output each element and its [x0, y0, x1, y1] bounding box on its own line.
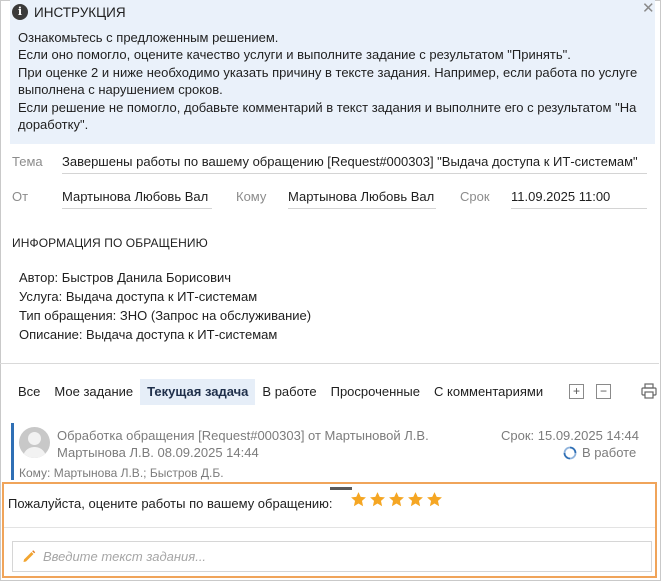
subject-label: Тема	[12, 154, 43, 169]
task-text-input-wrapper[interactable]	[12, 541, 652, 572]
tab-with-comments[interactable]: С комментариями	[427, 379, 550, 405]
star-icon[interactable]	[407, 491, 424, 508]
instruction-line: Если решение не помогло, добавьте коммен…	[18, 99, 637, 115]
task-status: В работе	[582, 445, 637, 460]
instruction-text: Ознакомьтесь с предложенным решением. Ес…	[18, 29, 648, 133]
resize-grip[interactable]	[330, 487, 352, 490]
request-author: Автор: Быстров Данила Борисович	[19, 270, 232, 285]
star-icon[interactable]	[426, 491, 443, 508]
rating-divider	[4, 527, 655, 528]
print-icon[interactable]	[641, 383, 657, 399]
task-filter-tabs: Все Мое задание Текущая задача В работе …	[12, 379, 550, 405]
tab-current-task[interactable]: Текущая задача	[140, 379, 256, 405]
task-deadline: Срок: 15.09.2025 14:44	[501, 428, 639, 443]
deadline-field[interactable]: 11.09.2025 11:00	[511, 189, 647, 209]
task-accent-bar	[11, 423, 14, 480]
rating-stars[interactable]	[350, 491, 445, 508]
tab-my-task[interactable]: Мое задание	[47, 379, 140, 405]
tab-in-progress[interactable]: В работе	[255, 379, 323, 405]
instruction-panel: i ИНСТРУКЦИЯ ✕ Ознакомьтесь с предложенн…	[10, 0, 655, 144]
instruction-line: Если оно помогло, оцените качество услуг…	[18, 47, 571, 63]
task-recipients: Кому: Мартынова Л.В.; Быстров Д.Б.	[19, 466, 224, 480]
instruction-line: доработку".	[18, 117, 89, 133]
request-type: Тип обращения: ЗНО (Запрос на обслуживан…	[19, 308, 312, 323]
in-progress-icon	[563, 446, 577, 460]
from-label: От	[12, 189, 29, 204]
rating-label: Пожалуйста, оцените работы по вашему обр…	[8, 496, 333, 511]
avatar	[19, 427, 50, 458]
subject-field[interactable]: Завершены работы по вашему обращению [Re…	[62, 154, 647, 174]
from-field[interactable]: Мартынова Любовь Вал	[62, 189, 212, 209]
task-text-input[interactable]	[43, 547, 643, 565]
star-icon[interactable]	[350, 491, 367, 508]
instruction-title: ИНСТРУКЦИЯ	[34, 4, 126, 20]
task-author-date: Мартынова Л.В. 08.09.2025 14:44	[57, 445, 259, 460]
request-info-title: ИНФОРМАЦИЯ ПО ОБРАЩЕНИЮ	[12, 236, 208, 250]
request-info: Автор: Быстров Данила Борисович Услуга: …	[19, 268, 311, 344]
task-title[interactable]: Обработка обращения [Request#000303] от …	[57, 428, 429, 443]
avatar-head	[28, 432, 41, 445]
instruction-header: i ИНСТРУКЦИЯ	[12, 4, 126, 20]
star-icon[interactable]	[388, 491, 405, 508]
section-divider	[0, 363, 659, 364]
info-icon: i	[12, 4, 28, 20]
collapse-all-button[interactable]: −	[596, 384, 611, 399]
tab-all[interactable]: Все	[12, 379, 47, 405]
to-field[interactable]: Мартынова Любовь Вал	[288, 189, 436, 209]
pencil-icon	[23, 550, 36, 562]
close-icon[interactable]: ✕	[642, 0, 655, 18]
request-description: Описание: Выдача доступа к ИТ-системам	[19, 327, 278, 342]
to-label: Кому	[236, 189, 267, 204]
request-service: Услуга: Выдача доступа к ИТ-системам	[19, 289, 258, 304]
instruction-line: выполнена с нарушением сроков.	[18, 82, 223, 98]
tab-overdue[interactable]: Просроченные	[324, 379, 427, 405]
expand-all-button[interactable]: +	[569, 384, 584, 399]
deadline-label: Срок	[460, 189, 490, 204]
instruction-line: Ознакомьтесь с предложенным решением.	[18, 30, 279, 45]
instruction-line: При оценке 2 и ниже необходимо указать п…	[18, 64, 638, 80]
star-icon[interactable]	[369, 491, 386, 508]
avatar-body	[23, 447, 46, 458]
